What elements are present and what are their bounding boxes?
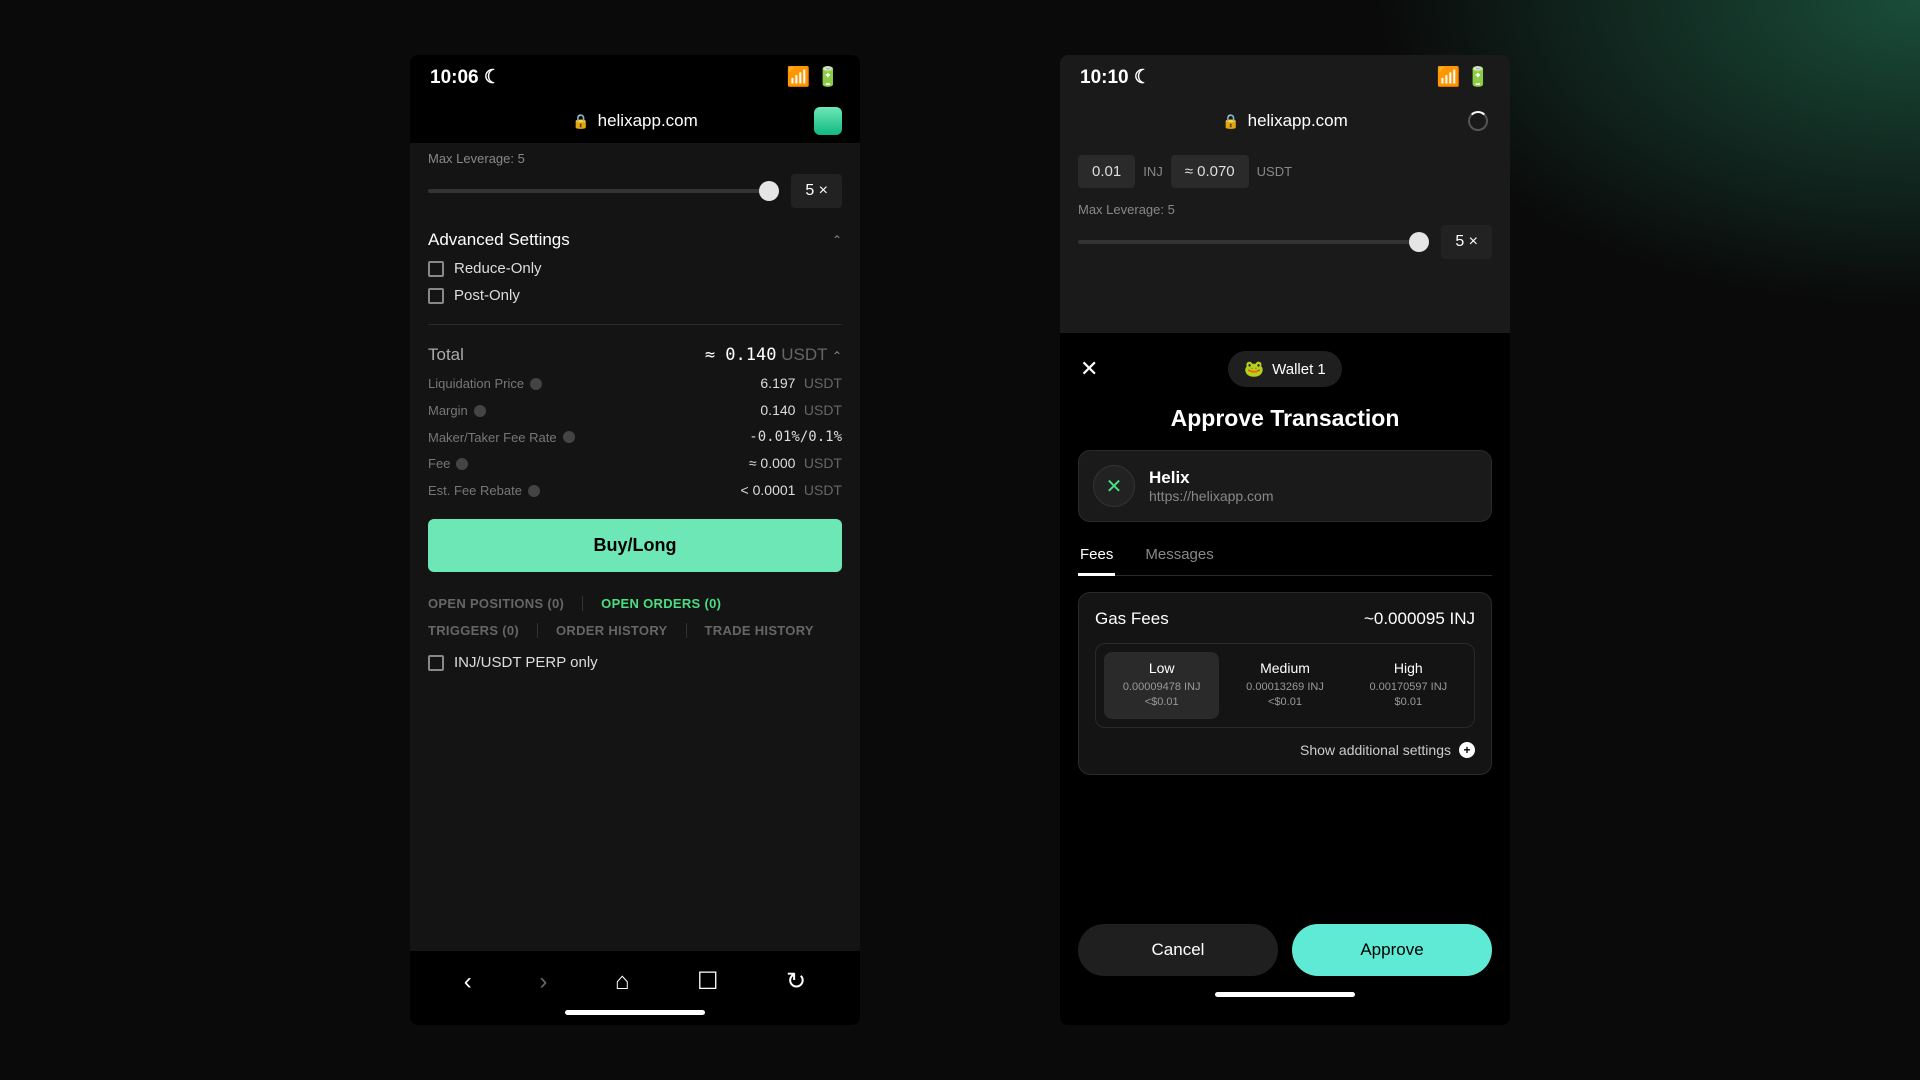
post-only-checkbox[interactable]: Post-Only <box>428 287 842 304</box>
back-icon[interactable]: ‹ <box>464 968 472 996</box>
plus-icon: + <box>1459 742 1475 758</box>
trading-screen: 10:06 ☾ 📶🔋 🔒 helixapp.com Max Leverage: … <box>410 55 860 1025</box>
tab-fees[interactable]: Fees <box>1078 536 1115 576</box>
status-bar: 10:10 ☾ 📶🔋 <box>1060 55 1510 99</box>
lock-icon: 🔒 <box>572 113 589 130</box>
frog-icon: 🐸 <box>1244 359 1264 379</box>
time: 10:06 <box>430 67 479 88</box>
tab-order-history[interactable]: ORDER HISTORY <box>556 623 687 638</box>
tab-triggers[interactable]: TRIGGERS (0) <box>428 623 538 638</box>
loading-spinner-icon <box>1468 111 1488 131</box>
tab-messages[interactable]: Messages <box>1143 536 1215 575</box>
reload-icon[interactable]: ↻ <box>786 967 806 996</box>
leverage-value: 5 × <box>1441 225 1492 259</box>
buy-long-button[interactable]: Buy/Long <box>428 519 842 572</box>
info-icon[interactable] <box>528 485 540 497</box>
info-icon[interactable] <box>474 405 486 417</box>
trading-panel: Max Leverage: 5 5 × Advanced Settings ⌃ … <box>410 143 860 951</box>
info-icon[interactable] <box>563 431 575 443</box>
max-leverage-label: Max Leverage: 5 <box>428 151 842 166</box>
helix-logo-icon: ✕ <box>1093 465 1135 507</box>
time: 10:10 <box>1080 67 1129 88</box>
fee-option-high[interactable]: High0.00170597 INJ$0.01 <box>1351 652 1466 719</box>
total-row[interactable]: Total ≈ 0.140 USDT ⌃ <box>428 345 842 365</box>
fees-card: Gas Fees ~0.000095 INJ Low0.00009478 INJ… <box>1078 592 1492 775</box>
chevron-up-icon: ⌃ <box>832 233 842 247</box>
leverage-value[interactable]: 5 × <box>791 174 842 208</box>
cancel-button[interactable]: Cancel <box>1078 924 1278 976</box>
moon-icon: ☾ <box>484 67 501 88</box>
info-icon[interactable] <box>456 458 468 470</box>
modal-title: Approve Transaction <box>1078 405 1492 432</box>
home-indicator[interactable] <box>565 1010 705 1015</box>
app-card: ✕ Helix https://helixapp.com <box>1078 450 1492 522</box>
max-leverage-label: Max Leverage: 5 <box>1078 202 1492 217</box>
url-text: helixapp.com <box>598 111 698 131</box>
status-icons: 📶🔋 <box>787 65 840 89</box>
status-bar: 10:06 ☾ 📶🔋 <box>410 55 860 99</box>
tab-open-orders[interactable]: OPEN ORDERS (0) <box>601 596 721 611</box>
approve-button[interactable]: Approve <box>1292 924 1492 976</box>
browser-url-bar[interactable]: 🔒 helixapp.com <box>410 99 860 143</box>
info-icon[interactable] <box>530 378 542 390</box>
leverage-slider <box>1078 240 1429 244</box>
wallet-selector[interactable]: 🐸Wallet 1 <box>1228 351 1342 387</box>
tab-trade-history[interactable]: TRADE HISTORY <box>705 623 814 638</box>
fee: Fee≈ 0.000 USDT <box>428 455 842 472</box>
fee-rebate: Est. Fee Rebate< 0.0001 USDT <box>428 482 842 499</box>
leverage-slider[interactable] <box>428 189 779 193</box>
gas-fees-label: Gas Fees <box>1095 609 1169 629</box>
margin: Margin0.140 USDT <box>428 402 842 419</box>
reduce-only-checkbox[interactable]: Reduce-Only <box>428 260 842 277</box>
wallet-approve-screen: 10:10 ☾ 📶🔋 🔒 helixapp.com 0.01 INJ ≈ 0.0… <box>1060 55 1510 1025</box>
chevron-up-icon: ⌃ <box>832 349 842 363</box>
status-icons: 📶🔋 <box>1437 65 1490 89</box>
lock-icon: 🔒 <box>1222 113 1239 130</box>
fee-option-low[interactable]: Low0.00009478 INJ<$0.01 <box>1104 652 1219 719</box>
fee-rate: Maker/Taker Fee Rate-0.01%/0.1% <box>428 429 842 445</box>
home-icon[interactable]: ⌂ <box>615 968 630 996</box>
approve-modal: ✕ 🐸Wallet 1 Approve Transaction ✕ Helix … <box>1060 333 1510 1025</box>
app-url: https://helixapp.com <box>1149 488 1274 504</box>
slider-thumb[interactable] <box>759 181 779 201</box>
browser-url-bar[interactable]: 🔒 helixapp.com <box>1060 99 1510 143</box>
perp-only-checkbox[interactable]: INJ/USDT PERP only <box>428 654 842 671</box>
close-icon[interactable]: ✕ <box>1080 356 1098 382</box>
browser-nav: ‹ › ⌂ ☐ ↻ <box>410 951 860 1004</box>
bookmark-icon[interactable]: ☐ <box>697 967 719 996</box>
home-indicator[interactable] <box>1215 992 1355 997</box>
fee-option-medium[interactable]: Medium0.00013269 INJ<$0.01 <box>1227 652 1342 719</box>
show-additional-settings[interactable]: Show additional settings+ <box>1095 742 1475 758</box>
moon-icon: ☾ <box>1134 67 1151 88</box>
liquidation-price: Liquidation Price6.197 USDT <box>428 375 842 392</box>
gas-fees-value: ~0.000095 INJ <box>1364 609 1475 629</box>
forward-icon[interactable]: › <box>539 968 547 996</box>
url-text: helixapp.com <box>1248 111 1348 131</box>
tab-open-positions[interactable]: OPEN POSITIONS (0) <box>428 596 583 611</box>
app-name: Helix <box>1149 468 1274 488</box>
background-trading-panel: 0.01 INJ ≈ 0.070 USDT Max Leverage: 5 5 … <box>1060 143 1510 333</box>
advanced-settings-toggle[interactable]: Advanced Settings ⌃ <box>428 230 842 250</box>
profile-avatar[interactable] <box>814 107 842 135</box>
